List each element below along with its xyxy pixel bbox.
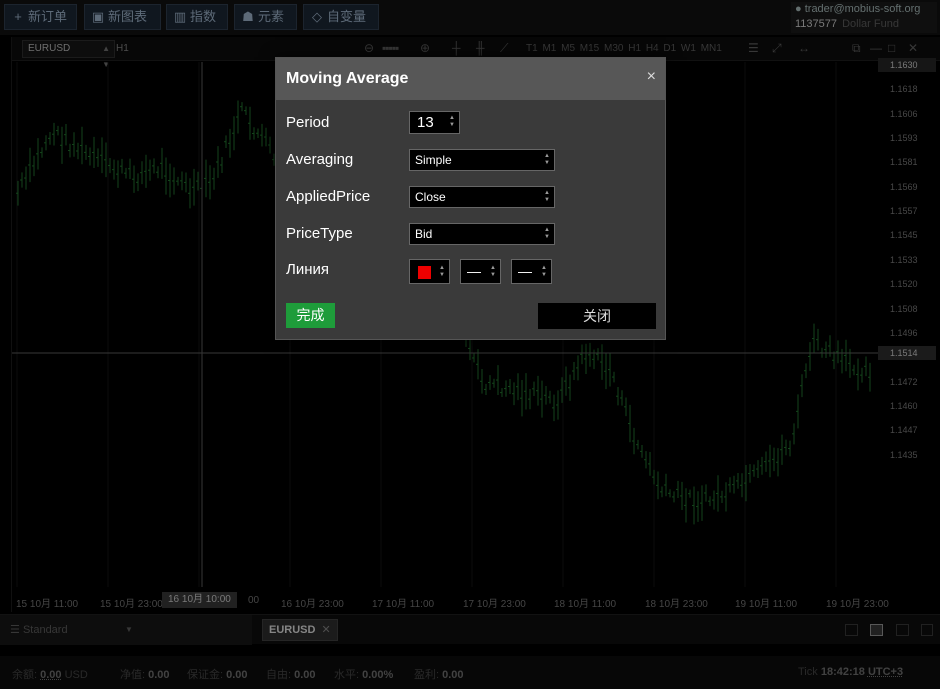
line-width-select[interactable]: — ▲ ▼ [511, 259, 552, 284]
applied-price-value: Close [415, 190, 446, 204]
averaging-value: Simple [415, 153, 452, 167]
done-button[interactable]: 完成 [286, 303, 335, 328]
spin-arrows-icon[interactable]: ▲ ▼ [449, 115, 455, 129]
price-type-label: PriceType [286, 225, 353, 242]
close-button[interactable]: 关闭 [538, 303, 656, 329]
line-color-picker[interactable]: ▲ ▼ [409, 259, 450, 284]
spin-arrows-icon: ▲ ▼ [490, 265, 496, 279]
dialog-title: Moving Average [286, 70, 408, 88]
color-swatch [418, 266, 431, 279]
averaging-label: Averaging [286, 151, 353, 168]
applied-price-select[interactable]: Close ▲ ▼ [409, 186, 555, 208]
line-label: Линия [286, 261, 329, 278]
price-type-select[interactable]: Bid ▲ ▼ [409, 223, 555, 245]
spin-arrows-icon: ▲ ▼ [541, 265, 547, 279]
averaging-select[interactable]: Simple ▲ ▼ [409, 149, 555, 171]
applied-price-label: AppliedPrice [286, 188, 370, 205]
period-label: Period [286, 114, 329, 131]
dialog-close-icon[interactable]: × [647, 68, 656, 86]
period-value: 13 [417, 114, 434, 131]
line-style-select[interactable]: — ▲ ▼ [460, 259, 501, 284]
price-type-value: Bid [415, 227, 432, 241]
period-input[interactable]: 13 ▲ ▼ [409, 111, 460, 134]
line-style-value: — [467, 263, 481, 279]
line-width-value: — [518, 263, 532, 279]
spin-arrows-icon: ▲ ▼ [439, 265, 445, 279]
spin-arrows-icon: ▲ ▼ [544, 227, 550, 241]
moving-average-dialog: Moving Average × Period 13 ▲ ▼ Averaging … [275, 57, 666, 340]
dialog-header: Moving Average × [276, 58, 665, 100]
spin-arrows-icon: ▲ ▼ [544, 190, 550, 204]
spin-arrows-icon: ▲ ▼ [544, 153, 550, 167]
